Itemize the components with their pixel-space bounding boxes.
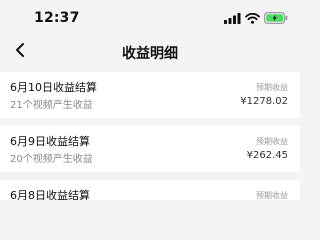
expected-earnings-label: 预期收益 [256,83,288,92]
settlement-subtitle: 21个视频产生收益 [10,100,93,111]
expected-earnings-amount: ¥1278.02 [240,96,288,107]
expected-earnings-amount: ¥262.45 [246,150,288,161]
cellular-signal-icon [224,12,241,24]
settlement-title: 6月10日收益结算 [10,81,97,94]
status-time: 12:37 [34,10,80,26]
settlement-subtitle: 20个视频产生收益 [10,154,93,165]
expected-earnings-label: 预期收益 [256,137,288,146]
status-bar: 12:37 [0,0,300,34]
battery-charging-icon [264,12,288,24]
wifi-icon [245,12,260,24]
status-icons [224,11,288,25]
list-item[interactable]: 6月8日收益结算 预期收益 [0,180,300,200]
page-title: 收益明细 [122,46,178,62]
navigation-bar: 收益明细 [0,34,300,70]
list-item[interactable]: 6月9日收益结算 20个视频产生收益 预期收益 ¥262.45 [0,126,300,172]
screen: 12:37 收益明细 6月10日收益结算 21个视频产生收益 预期收益 ¥127… [0,0,300,200]
settlement-title: 6月8日收益结算 [10,189,90,200]
list-item[interactable]: 6月10日收益结算 21个视频产生收益 预期收益 ¥1278.02 [0,72,300,118]
earnings-list: 6月10日收益结算 21个视频产生收益 预期收益 ¥1278.02 6月9日收益… [0,72,300,200]
expected-earnings-label: 预期收益 [256,191,288,200]
settlement-title: 6月9日收益结算 [10,135,90,148]
